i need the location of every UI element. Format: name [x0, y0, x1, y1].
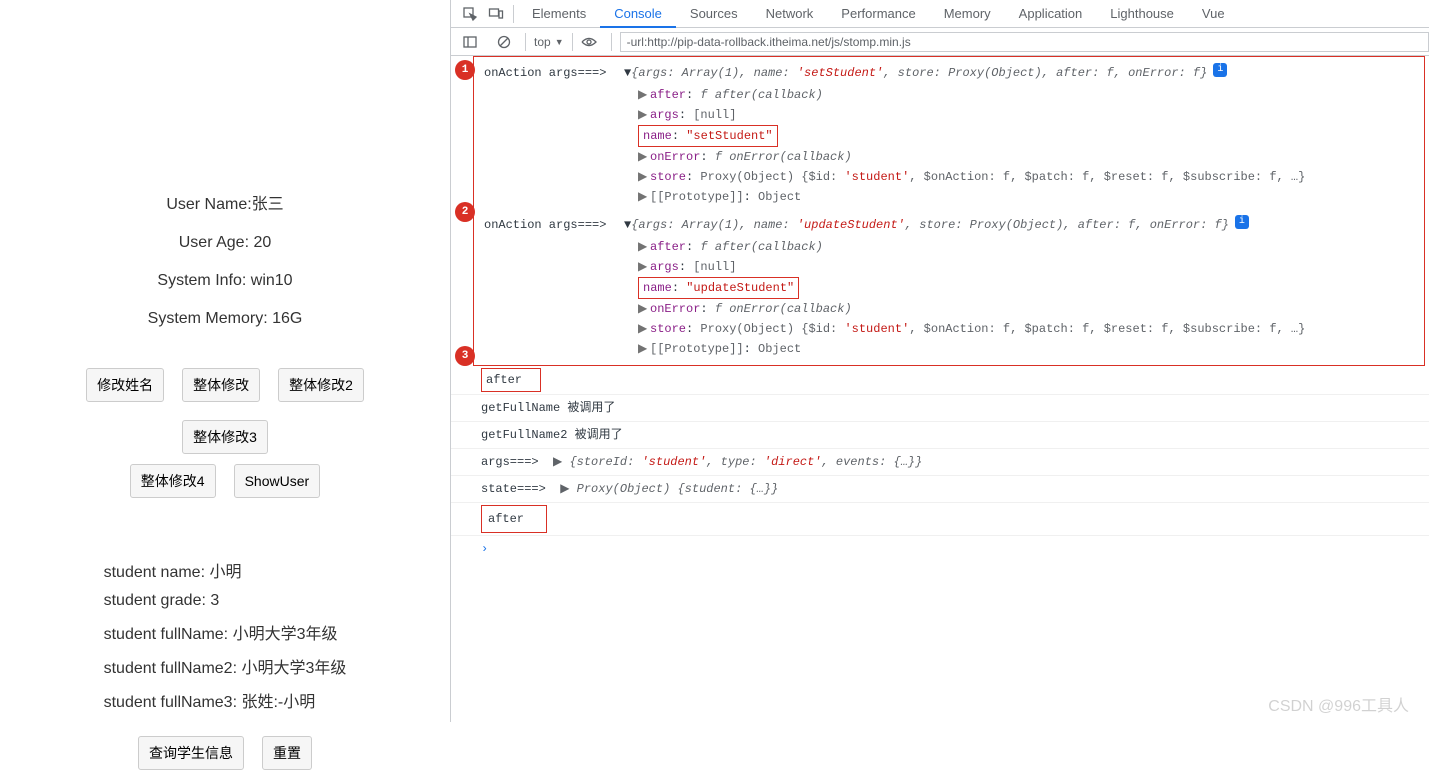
- prop-name[interactable]: name: "updateStudent": [478, 277, 1420, 299]
- caret-icon[interactable]: ▼: [624, 63, 631, 83]
- prop-prototype[interactable]: ▶[[Prototype]]: Object: [478, 187, 1420, 207]
- annotation-1: 1: [455, 60, 475, 80]
- console-output[interactable]: 1 2 3 onAction args===> ▼ {args: Array(1…: [451, 56, 1429, 722]
- system-memory-text: System Memory: 16G: [148, 310, 303, 328]
- tab-memory[interactable]: Memory: [930, 0, 1005, 28]
- devtools-panel: Elements Console Sources Network Perform…: [450, 0, 1429, 722]
- device-toolbar-icon[interactable]: [483, 0, 509, 28]
- watermark-text: CSDN @996工具人: [1268, 692, 1409, 716]
- console-toolbar: top ▼: [451, 28, 1429, 56]
- prop-args[interactable]: ▶args: [null]: [478, 257, 1420, 277]
- live-expression-icon[interactable]: [581, 36, 603, 48]
- tab-performance[interactable]: Performance: [827, 0, 929, 28]
- btn-show-user[interactable]: ShowUser: [234, 464, 321, 498]
- prop-after[interactable]: ▶after: f after(callback): [478, 237, 1420, 257]
- tab-sources[interactable]: Sources: [676, 0, 752, 28]
- sidebar-toggle-icon[interactable]: [457, 28, 483, 56]
- student-fullname2-text: student fullName2: 小明大学3年级: [104, 654, 347, 678]
- app-panel: User Name:张三 User Age: 20 System Info: w…: [0, 0, 450, 722]
- devtools-tab-bar: Elements Console Sources Network Perform…: [451, 0, 1429, 28]
- system-info-text: System Info: win10: [157, 272, 292, 290]
- object-summary: {args: Array(1), name: 'setStudent', sto…: [631, 63, 1207, 83]
- chevron-down-icon: ▼: [555, 37, 564, 47]
- console-entry-state[interactable]: state===> ▶ Proxy(Object) {student: {…}}: [451, 476, 1429, 503]
- console-entry-2[interactable]: onAction args===> ▼ {args: Array(1), nam…: [478, 213, 1420, 237]
- prop-args[interactable]: ▶args: [null]: [478, 105, 1420, 125]
- prop-onerror[interactable]: ▶onError: f onError(callback): [478, 299, 1420, 319]
- tab-lighthouse[interactable]: Lighthouse: [1096, 0, 1188, 28]
- inspect-icon[interactable]: [457, 0, 483, 28]
- tab-elements[interactable]: Elements: [518, 0, 600, 28]
- btn-modify-name[interactable]: 修改姓名: [86, 368, 164, 402]
- tab-vue[interactable]: Vue: [1188, 0, 1239, 28]
- prop-prototype[interactable]: ▶[[Prototype]]: Object: [478, 339, 1420, 359]
- log-prefix: onAction args===>: [484, 63, 624, 83]
- console-entry-args[interactable]: args===> ▶ {storeId: 'student', type: 'd…: [451, 449, 1429, 476]
- student-fullname-text: student fullName: 小明大学3年级: [104, 620, 347, 644]
- student-fullname3-text: student fullName3: 张姓:-小明: [104, 688, 347, 712]
- console-filter-input[interactable]: [620, 32, 1429, 52]
- console-entry-getfullname2[interactable]: getFullName2 被调用了: [451, 422, 1429, 449]
- user-name-text: User Name:张三: [166, 190, 283, 214]
- btn-modify-all-2[interactable]: 整体修改2: [278, 368, 364, 402]
- tab-console[interactable]: Console: [600, 0, 676, 28]
- user-age-text: User Age: 20: [179, 234, 272, 252]
- btn-modify-all-3[interactable]: 整体修改3: [182, 420, 268, 454]
- prop-store[interactable]: ▶store: Proxy(Object) {$id: 'student', $…: [478, 319, 1420, 339]
- prop-after[interactable]: ▶after: f after(callback): [478, 85, 1420, 105]
- student-grade-text: student grade: 3: [104, 592, 347, 610]
- info-icon[interactable]: i: [1213, 63, 1227, 77]
- console-entry-after-1[interactable]: after: [451, 366, 1429, 395]
- tab-application[interactable]: Application: [1005, 0, 1097, 28]
- console-entry-after-2[interactable]: after: [451, 503, 1429, 536]
- btn-query-student[interactable]: 查询学生信息: [138, 736, 244, 770]
- btn-modify-all[interactable]: 整体修改: [182, 368, 260, 402]
- student-name-text: student name: 小明: [104, 558, 347, 582]
- console-prompt[interactable]: ›: [451, 536, 1429, 562]
- prop-onerror[interactable]: ▶onError: f onError(callback): [478, 147, 1420, 167]
- caret-icon[interactable]: ▼: [624, 215, 631, 235]
- btn-modify-all-4[interactable]: 整体修改4: [130, 464, 216, 498]
- tab-network[interactable]: Network: [752, 0, 828, 28]
- context-selector[interactable]: top ▼: [534, 35, 564, 49]
- context-label: top: [534, 35, 551, 49]
- console-entry-getfullname[interactable]: getFullName 被调用了: [451, 395, 1429, 422]
- clear-console-icon[interactable]: [491, 28, 517, 56]
- console-entry-1[interactable]: onAction args===> ▼ {args: Array(1), nam…: [478, 61, 1420, 85]
- prop-name[interactable]: name: "setStudent": [478, 125, 1420, 147]
- annotation-2: 2: [455, 202, 475, 222]
- log-prefix: onAction args===>: [484, 215, 624, 235]
- annotation-3: 3: [455, 346, 475, 366]
- info-icon[interactable]: i: [1235, 215, 1249, 229]
- prop-store[interactable]: ▶store: Proxy(Object) {$id: 'student', $…: [478, 167, 1420, 187]
- console-group-box: onAction args===> ▼ {args: Array(1), nam…: [473, 56, 1425, 366]
- object-summary: {args: Array(1), name: 'updateStudent', …: [631, 215, 1229, 235]
- btn-reset[interactable]: 重置: [262, 736, 312, 770]
